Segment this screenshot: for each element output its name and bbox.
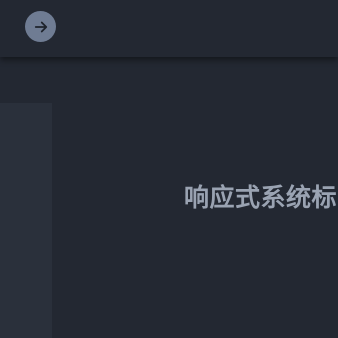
- page-title: 响应式系统标: [184, 183, 338, 212]
- side-panel: [0, 103, 52, 338]
- forward-button[interactable]: [25, 11, 56, 42]
- arrow-right-icon: [32, 18, 50, 36]
- top-bar: [0, 0, 338, 57]
